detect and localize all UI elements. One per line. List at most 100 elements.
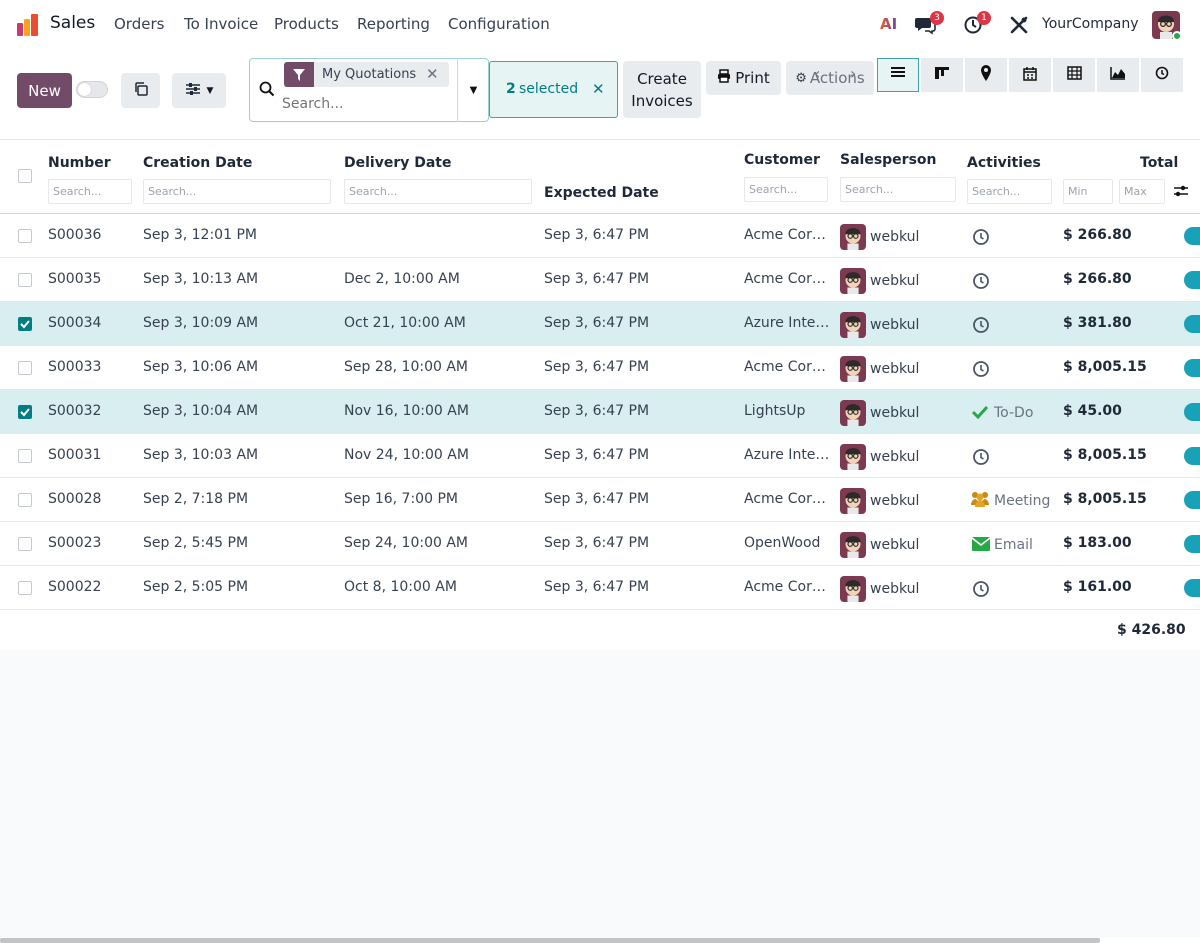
table-row[interactable]: S00031 Sep 3, 10:03 AM Nov 24, 10:00 AM … [0,434,1200,478]
row-checkbox[interactable] [18,361,32,375]
table-row[interactable]: S00034 Sep 3, 10:09 AM Oct 21, 10:00 AM … [0,302,1200,346]
filter-customer[interactable]: Search... [744,177,828,202]
duplicate-button[interactable] [121,73,160,108]
row-checkbox[interactable] [18,449,32,463]
ai-icon[interactable]: AI [880,15,897,33]
filter-total-max[interactable]: Max [1119,179,1165,204]
sales-app-icon[interactable] [16,13,40,37]
menu-configuration[interactable]: Configuration [448,15,550,33]
row-checkbox[interactable] [18,581,32,595]
clock-icon[interactable] [972,228,990,250]
row-checkbox[interactable] [18,317,32,331]
table-icon [1066,66,1082,84]
filter-number[interactable]: Search... [48,179,132,204]
cell-delivery-date: Oct 21, 10:00 AM [344,315,466,331]
cell-creation-date: Sep 2, 5:45 PM [143,535,249,551]
col-customer[interactable]: Customer [744,152,820,168]
map-marker-icon [980,65,992,85]
menu-reporting[interactable]: Reporting [357,15,430,33]
table-row[interactable]: S00023 Sep 2, 5:45 PM Sep 24, 10:00 AM S… [0,522,1200,566]
unselect-all-icon[interactable]: ✕ [592,80,605,98]
footer-total: $ 426.80 [1117,622,1186,638]
filter-delivery-date[interactable]: Search... [344,179,532,204]
cell-creation-date: Sep 3, 10:13 AM [143,271,259,287]
cell-number: S00031 [48,447,102,463]
cell-customer: Azure Inte… [744,315,830,331]
col-activities[interactable]: Activities [967,155,1041,171]
status-badge [1184,227,1200,245]
col-salesperson[interactable]: Salesperson [840,152,937,168]
cell-number: S00036 [48,227,102,243]
pager-next-icon[interactable]: › [850,64,856,83]
menu-to-invoice[interactable]: To Invoice [184,15,258,33]
pivot-view-button[interactable] [1053,58,1095,92]
menu-orders[interactable]: Orders [114,15,164,33]
table-row[interactable]: S00032 Sep 3, 10:04 AM Nov 16, 10:00 AM … [0,390,1200,434]
optional-columns-icon[interactable] [1173,184,1189,202]
map-view-button[interactable] [965,58,1007,92]
new-button[interactable]: New [17,73,72,108]
salesperson-avatar [840,532,866,558]
select-all-checkbox[interactable] [18,169,32,183]
row-checkbox[interactable] [18,493,32,507]
col-total[interactable]: Total [1140,155,1178,171]
salesperson-avatar [840,268,866,294]
col-number[interactable]: Number [48,155,111,171]
clock-icon[interactable] [972,360,990,382]
calendar-icon [1023,66,1037,85]
pager-prev-icon[interactable]: ‹ [814,64,820,83]
filter-activities[interactable]: Search... [967,179,1052,204]
filter-total-min[interactable]: Min [1063,179,1113,204]
table-row[interactable]: S00035 Sep 3, 10:13 AM Dec 2, 10:00 AM S… [0,258,1200,302]
clock-icon[interactable] [972,580,990,602]
table-row[interactable]: S00033 Sep 3, 10:06 AM Sep 28, 10:00 AM … [0,346,1200,390]
cell-expected-date: Sep 3, 6:47 PM [544,491,650,507]
search-input[interactable] [280,94,450,114]
actions-button[interactable]: ⚙ Actions [786,61,874,95]
facet-label: My Quotations [322,67,417,82]
row-checkbox[interactable] [18,405,32,419]
graph-view-button[interactable] [1097,58,1139,92]
cell-delivery-date: Sep 24, 10:00 AM [344,535,469,551]
col-delivery-date[interactable]: Delivery Date [344,155,452,171]
table-row[interactable]: S00036 Sep 3, 12:01 PM Sep 3, 6:47 PM Ac… [0,214,1200,258]
row-checkbox[interactable] [18,229,32,243]
search-facet[interactable]: My Quotations ✕ [284,62,449,87]
caret-down-icon: ▼ [469,84,478,96]
activity-view-button[interactable] [1141,58,1183,92]
gear-icon: ⚙ [795,70,807,86]
row-checkbox[interactable] [18,537,32,551]
row-checkbox[interactable] [18,273,32,287]
tools-icon[interactable] [1009,15,1029,35]
filter-creation-date[interactable]: Search... [143,179,331,204]
kanban-view-button[interactable] [921,58,963,92]
clock-icon[interactable] [972,316,990,338]
settings-dropdown-button[interactable]: ▼ [172,73,226,108]
menu-products[interactable]: Products [274,15,339,33]
salesperson-avatar [840,444,866,470]
filter-salesperson[interactable]: Search... [840,177,956,202]
table-row[interactable]: S00028 Sep 2, 7:18 PM Sep 16, 7:00 PM Se… [0,478,1200,522]
cell-salesperson: webkul [870,229,920,245]
salesperson-avatar [840,224,866,250]
company-switcher[interactable]: YourCompany [1042,16,1139,32]
app-name[interactable]: Sales [50,13,95,33]
horizontal-scrollbar[interactable] [0,938,1100,943]
table-row[interactable]: S00022 Sep 2, 5:05 PM Oct 8, 10:00 AM Se… [0,566,1200,610]
facet-remove-icon[interactable]: ✕ [426,65,439,83]
col-creation-date[interactable]: Creation Date [143,155,252,171]
print-button[interactable]: Print [706,61,781,95]
search-options-toggle[interactable]: ▼ [457,58,489,122]
create-invoices-button[interactable]: Create Invoices [623,61,701,118]
create-invoices-line1: Create [637,69,687,88]
cell-number: S00023 [48,535,102,551]
salesperson-avatar [840,356,866,382]
clock-icon[interactable] [972,448,990,470]
list-view-button[interactable] [877,58,919,92]
cell-total: $ 45.00 [1063,403,1122,419]
toggle-switch[interactable] [76,81,108,98]
col-expected-date[interactable]: Expected Date [544,185,659,201]
clock-icon[interactable] [972,272,990,294]
status-badge [1184,359,1200,377]
calendar-view-button[interactable] [1009,58,1051,92]
